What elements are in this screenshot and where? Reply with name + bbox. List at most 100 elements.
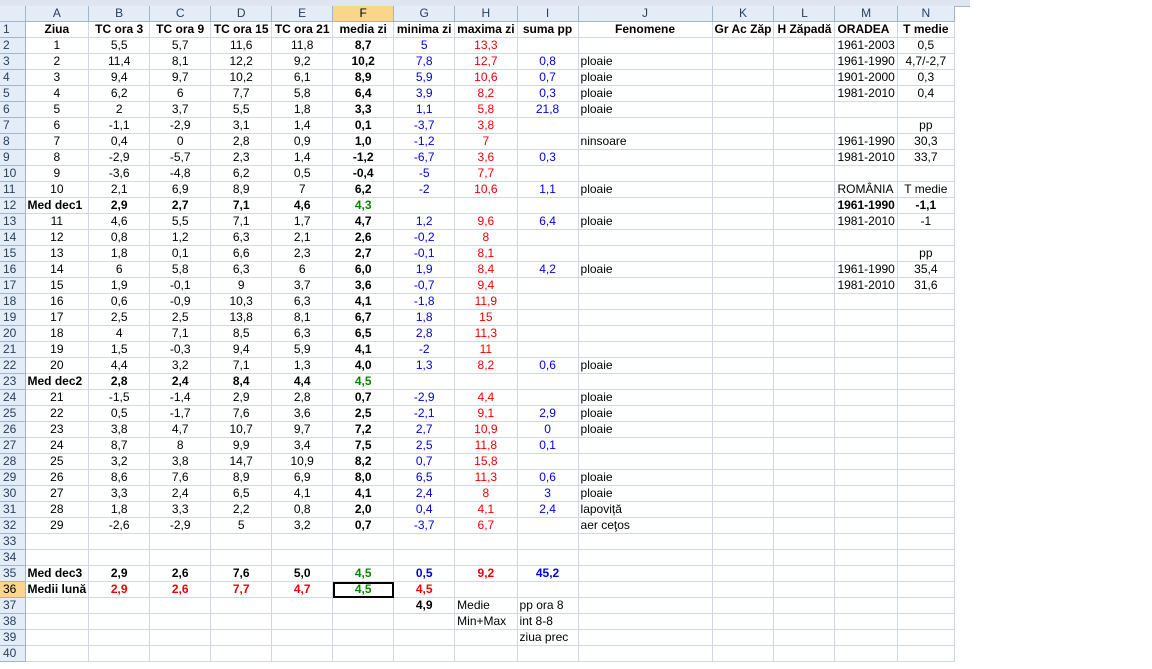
cell-fenomene[interactable] bbox=[578, 309, 713, 326]
cell-media-zi[interactable]: 2,5 bbox=[332, 405, 395, 422]
cell-gr-ac-zap[interactable] bbox=[712, 405, 775, 422]
cell-ziua[interactable]: 23 bbox=[25, 421, 90, 438]
row-header[interactable]: 31 bbox=[0, 501, 26, 518]
cell-tc-ora9[interactable]: -0,1 bbox=[149, 277, 212, 294]
cell-minima-zi[interactable]: -5 bbox=[393, 165, 456, 182]
cell-fenomene[interactable] bbox=[578, 597, 713, 614]
cell-tc-ora9[interactable] bbox=[149, 549, 212, 566]
cell-tc-ora15[interactable]: 12,2 bbox=[210, 53, 273, 70]
cell-suma-pp[interactable]: 21,8 bbox=[517, 101, 579, 118]
cell-tc-ora3[interactable]: 4,4 bbox=[88, 357, 151, 374]
cell-minima-zi[interactable]: -2,1 bbox=[393, 405, 456, 422]
cell-fenomene[interactable] bbox=[578, 373, 713, 390]
cell-suma-pp[interactable]: 6,4 bbox=[517, 213, 579, 230]
cell-suma-pp[interactable]: int 8-8 bbox=[517, 613, 579, 630]
cell-tc-ora9[interactable]: 2,7 bbox=[149, 197, 212, 214]
cell-gr-ac-zap[interactable] bbox=[712, 133, 775, 150]
cell-tc-ora9[interactable]: 4,7 bbox=[149, 421, 212, 438]
cell-tc-ora15[interactable]: 7,1 bbox=[210, 213, 273, 230]
cell-t-medie[interactable] bbox=[897, 229, 955, 246]
cell-ziua[interactable]: 1 bbox=[25, 37, 90, 54]
cell-t-medie[interactable]: 4,7/-2,7 bbox=[897, 53, 955, 70]
cell-t-medie[interactable] bbox=[897, 485, 955, 502]
cell-maxima-zi[interactable]: 13,3 bbox=[454, 37, 518, 54]
header-ziua[interactable]: Ziua bbox=[25, 21, 90, 38]
cell-tc-ora9[interactable]: -2,9 bbox=[149, 117, 212, 134]
cell-t-medie[interactable] bbox=[897, 405, 955, 422]
cell-gr-ac-zap[interactable] bbox=[712, 69, 775, 86]
cell-tc-ora3[interactable]: 2 bbox=[88, 101, 151, 118]
cell-suma-pp[interactable] bbox=[517, 325, 579, 342]
cell-oradea[interactable] bbox=[834, 389, 898, 406]
cell-h-zapada[interactable] bbox=[773, 293, 836, 310]
cell-tc-ora3[interactable] bbox=[88, 533, 151, 550]
row-header[interactable]: 19 bbox=[0, 309, 26, 326]
cell-fenomene[interactable] bbox=[578, 229, 713, 246]
cell-tc-ora9[interactable]: 2,6 bbox=[149, 565, 212, 582]
cell-tc-ora21[interactable]: 2,8 bbox=[271, 389, 334, 406]
header-tc-ora21[interactable]: TC ora 21 bbox=[271, 21, 334, 38]
cell-tc-ora15[interactable]: 10,3 bbox=[210, 293, 273, 310]
cell-minima-zi[interactable]: 2,8 bbox=[393, 325, 456, 342]
cell-tc-ora21[interactable]: 9,7 bbox=[271, 421, 334, 438]
cell-t-medie[interactable]: 0,4 bbox=[897, 85, 955, 102]
cell-tc-ora3[interactable]: -1,5 bbox=[88, 389, 151, 406]
cell-fenomene[interactable]: ploaie bbox=[578, 421, 713, 438]
cell-h-zapada[interactable] bbox=[773, 309, 836, 326]
cell-ziua[interactable]: 18 bbox=[25, 325, 90, 342]
cell-gr-ac-zap[interactable] bbox=[712, 309, 775, 326]
cell-gr-ac-zap[interactable] bbox=[712, 101, 775, 118]
cell-minima-zi[interactable]: 1,8 bbox=[393, 309, 456, 326]
cell-oradea[interactable] bbox=[834, 533, 898, 550]
cell-tc-ora3[interactable]: 5,5 bbox=[88, 37, 151, 54]
cell-tc-ora9[interactable] bbox=[149, 597, 212, 614]
cell-gr-ac-zap[interactable] bbox=[712, 293, 775, 310]
cell-ziua[interactable]: 22 bbox=[25, 405, 90, 422]
cell-fenomene[interactable] bbox=[578, 437, 713, 454]
column-header-i[interactable]: I bbox=[517, 6, 579, 22]
cell-t-medie[interactable] bbox=[897, 101, 955, 118]
cell-tc-ora21[interactable]: 5,0 bbox=[271, 565, 334, 582]
cell-tc-ora3[interactable]: 0,6 bbox=[88, 293, 151, 310]
cell-suma-pp[interactable]: 2,9 bbox=[517, 405, 579, 422]
cell-suma-pp[interactable] bbox=[517, 341, 579, 358]
cell-ziua[interactable] bbox=[25, 597, 90, 614]
cell-tc-ora15[interactable]: 2,2 bbox=[210, 501, 273, 518]
cell-media-zi[interactable]: 6,0 bbox=[332, 261, 395, 278]
cell-maxima-zi[interactable]: 8,2 bbox=[454, 85, 518, 102]
cell-tc-ora21[interactable]: 2,3 bbox=[271, 245, 334, 262]
cell-oradea[interactable] bbox=[834, 357, 898, 374]
cell-tc-ora21[interactable]: 3,2 bbox=[271, 517, 334, 534]
cell-maxima-zi[interactable]: 11,9 bbox=[454, 293, 518, 310]
cell-maxima-zi[interactable] bbox=[454, 549, 518, 566]
row-header[interactable]: 39 bbox=[0, 629, 26, 646]
row-header[interactable]: 17 bbox=[0, 277, 26, 294]
row-header[interactable]: 30 bbox=[0, 485, 26, 502]
cell-tc-ora15[interactable] bbox=[210, 645, 273, 662]
cell-suma-pp[interactable] bbox=[517, 133, 579, 150]
cell-oradea[interactable] bbox=[834, 245, 898, 262]
cell-gr-ac-zap[interactable] bbox=[712, 165, 775, 182]
cell-gr-ac-zap[interactable] bbox=[712, 453, 775, 470]
cell-tc-ora3[interactable]: 2,9 bbox=[88, 581, 151, 598]
row-header[interactable]: 27 bbox=[0, 437, 26, 454]
cell-media-zi[interactable]: 0,7 bbox=[332, 389, 395, 406]
cell-media-zi[interactable]: 0,7 bbox=[332, 517, 395, 534]
cell-tc-ora3[interactable]: 4,6 bbox=[88, 213, 151, 230]
cell-t-medie[interactable] bbox=[897, 629, 955, 646]
row-header[interactable]: 37 bbox=[0, 597, 26, 614]
cell-t-medie[interactable]: pp bbox=[897, 117, 955, 134]
cell-oradea[interactable]: ROMÂNIA bbox=[834, 181, 898, 198]
cell-tc-ora15[interactable]: 2,9 bbox=[210, 389, 273, 406]
cell-fenomene[interactable] bbox=[578, 581, 713, 598]
cell-media-zi[interactable]: 6,5 bbox=[332, 325, 395, 342]
cell-oradea[interactable] bbox=[834, 501, 898, 518]
cell-media-zi[interactable]: 4,0 bbox=[332, 357, 395, 374]
row-header[interactable]: 28 bbox=[0, 453, 26, 470]
cell-tc-ora15[interactable]: 8,5 bbox=[210, 325, 273, 342]
cell-h-zapada[interactable] bbox=[773, 581, 836, 598]
cell-minima-zi[interactable] bbox=[393, 629, 456, 646]
cell-t-medie[interactable] bbox=[897, 469, 955, 486]
cell-minima-zi[interactable]: -2,9 bbox=[393, 389, 456, 406]
cell-minima-zi[interactable]: 0,4 bbox=[393, 501, 456, 518]
